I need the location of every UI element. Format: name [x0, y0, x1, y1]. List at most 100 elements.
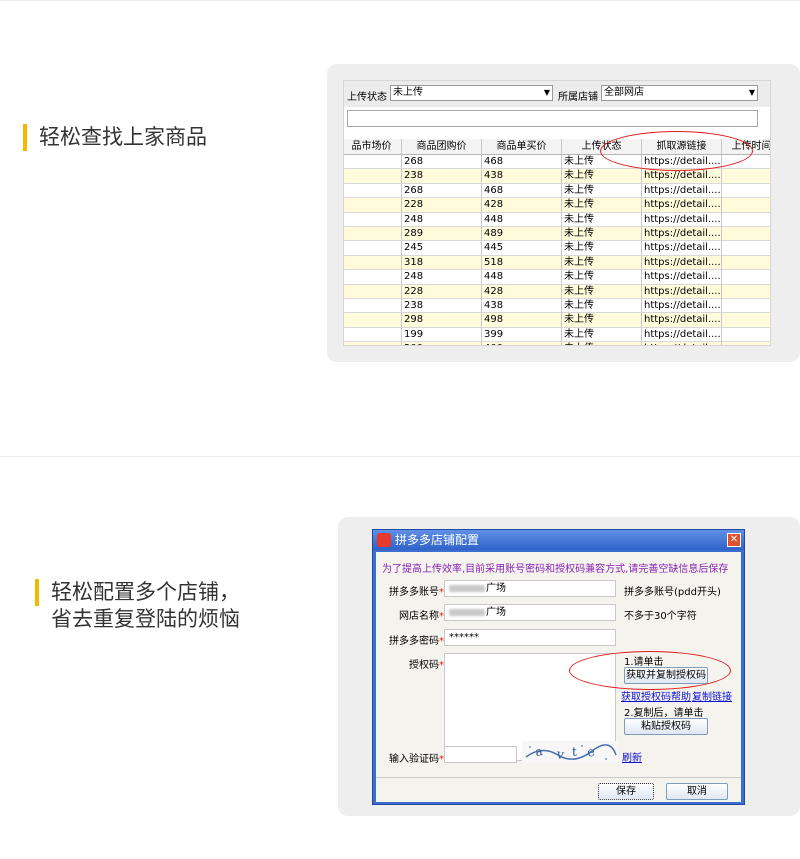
- account-value: 广场: [486, 583, 506, 594]
- redacted-text: [449, 608, 485, 616]
- auth-help-link[interactable]: 获取授权码帮助: [621, 688, 691, 703]
- table-cell: 248: [402, 270, 482, 285]
- table-cell: 228: [402, 198, 482, 213]
- accent-bar: [23, 124, 27, 151]
- table-cell: 289: [402, 226, 482, 242]
- password-input[interactable]: ******: [444, 629, 616, 646]
- section-title-line1: 轻松配置多个店铺，: [51, 580, 240, 604]
- shop-name-label: 网店名称*: [382, 607, 444, 622]
- auth-code-label: 授权码*: [382, 656, 444, 671]
- table-cell: 448: [482, 270, 562, 285]
- step2-text: 2.复制后，请单击: [624, 708, 704, 719]
- table-row[interactable]: 248 448 未上传 https://detail....: [344, 270, 770, 285]
- captcha-image[interactable]: a v t e: [522, 741, 618, 763]
- table-cell: [344, 298, 402, 314]
- column-header[interactable]: 商品团购价: [402, 139, 482, 155]
- table-cell: [344, 270, 402, 285]
- svg-text:e: e: [586, 745, 597, 761]
- footer-divider: [376, 777, 741, 778]
- auth-code-label-text: 授权码: [409, 660, 439, 671]
- table-cell: [344, 313, 402, 328]
- table-cell: [344, 183, 402, 199]
- table-cell: 400: [482, 342, 562, 345]
- section-title-text: 轻松查找上家商品: [39, 125, 207, 149]
- copy-link-link[interactable]: 复制链接: [692, 688, 732, 703]
- upload-status-select[interactable]: 未上传 ▼: [390, 85, 553, 101]
- account-input[interactable]: 广场: [444, 580, 616, 597]
- password-label: 拼多多密码*: [382, 632, 444, 647]
- table-cell: 445: [482, 241, 562, 256]
- cancel-button[interactable]: 取消: [666, 783, 728, 800]
- table-cell: 518: [482, 255, 562, 271]
- table-cell: [722, 342, 770, 345]
- close-icon[interactable]: ✕: [727, 533, 741, 547]
- table-row[interactable]: 199 399 未上传 https://detail....: [344, 327, 770, 343]
- top-divider: [0, 0, 800, 1]
- table-cell: 498: [482, 313, 562, 328]
- table-cell: https://detail....: [642, 226, 722, 242]
- table-row[interactable]: 245 445 未上传 https://detail....: [344, 241, 770, 256]
- table-cell: https://detail....: [642, 183, 722, 199]
- shop-name-input[interactable]: 广场: [444, 604, 616, 621]
- table-cell: 248: [402, 212, 482, 227]
- account-hint: 拼多多账号(pdd开头): [624, 587, 721, 598]
- table-row[interactable]: 298 498 未上传 https://detail....: [344, 313, 770, 328]
- table-cell: [344, 169, 402, 184]
- shop-name-hint: 不多于30个字符: [624, 611, 697, 622]
- dialog-title: 拼多多店铺配置: [395, 533, 480, 547]
- table-row[interactable]: 228 428 未上传 https://detail....: [344, 284, 770, 299]
- table-row[interactable]: 289 489 未上传 https://detail....: [344, 226, 770, 242]
- table-cell: 245: [402, 241, 482, 256]
- captcha-label-text: 输入验证码: [389, 754, 439, 765]
- table-cell: 468: [482, 183, 562, 199]
- auth-button-highlight: [569, 651, 731, 690]
- paste-auth-code-button[interactable]: 粘贴授权码: [624, 718, 708, 735]
- table-cell: 238: [402, 298, 482, 314]
- table-cell: 未上传: [562, 342, 642, 345]
- table-row[interactable]: 268 468 未上传 https://detail....: [344, 183, 770, 199]
- table-cell: 未上传: [562, 212, 642, 227]
- table-cell: https://detail....: [642, 284, 722, 299]
- table-cell: 未上传: [562, 226, 642, 242]
- table-cell: https://detail....: [642, 241, 722, 256]
- table-cell: https://detail....: [642, 169, 722, 184]
- dropdown-arrow-icon: ▼: [543, 88, 550, 97]
- shop-filter-select[interactable]: 全部网店 ▼: [601, 85, 758, 101]
- middle-divider: [0, 456, 800, 457]
- table-cell: 200: [402, 342, 482, 345]
- table-cell: 428: [482, 284, 562, 299]
- svg-text:t: t: [572, 745, 577, 759]
- table-row[interactable]: 200400未上传https://detail....: [344, 342, 770, 345]
- table-cell: 199: [402, 327, 482, 343]
- table-cell: 未上传: [562, 183, 642, 199]
- table-cell: 298: [402, 313, 482, 328]
- table-row[interactable]: 318 518 未上传 https://detail....: [344, 255, 770, 271]
- shop-filter-value: 全部网店: [604, 87, 644, 98]
- table-cell: [722, 213, 770, 227]
- table-cell: [344, 226, 402, 242]
- column-header[interactable]: 品市场价: [344, 139, 402, 155]
- captcha-input[interactable]: [444, 746, 517, 763]
- table-cell: 448: [482, 212, 562, 227]
- table-row[interactable]: 238 438 未上传 https://detail....: [344, 169, 770, 184]
- table-cell: 268: [402, 155, 482, 170]
- section-title-find-products: 轻松查找上家商品: [23, 124, 207, 151]
- table-cell: [344, 342, 402, 345]
- shop-filter-label: 所属店铺: [558, 92, 598, 103]
- column-header[interactable]: 商品单买价: [482, 139, 562, 155]
- table-cell: 未上传: [562, 298, 642, 314]
- table-row[interactable]: 238 438 未上传 https://detail....: [344, 298, 770, 314]
- refresh-captcha-link[interactable]: 刷新: [622, 749, 642, 764]
- dialog-titlebar: 拼多多店铺配置 ✕: [373, 530, 744, 550]
- table-row[interactable]: 228 428 未上传 https://detail....: [344, 198, 770, 213]
- table-cell: 未上传: [562, 313, 642, 328]
- upload-status-value: 未上传: [393, 87, 423, 98]
- table-cell: 未上传: [562, 284, 642, 299]
- table-cell: 未上传: [562, 255, 642, 271]
- save-button[interactable]: 保存: [598, 783, 654, 800]
- table-cell: [344, 155, 402, 170]
- table-cell: [722, 299, 770, 314]
- section-title-multi-shop: 轻松配置多个店铺， 省去重复登陆的烦恼: [35, 579, 240, 633]
- table-row[interactable]: 248 448 未上传 https://detail....: [344, 212, 770, 227]
- search-input[interactable]: [347, 110, 758, 127]
